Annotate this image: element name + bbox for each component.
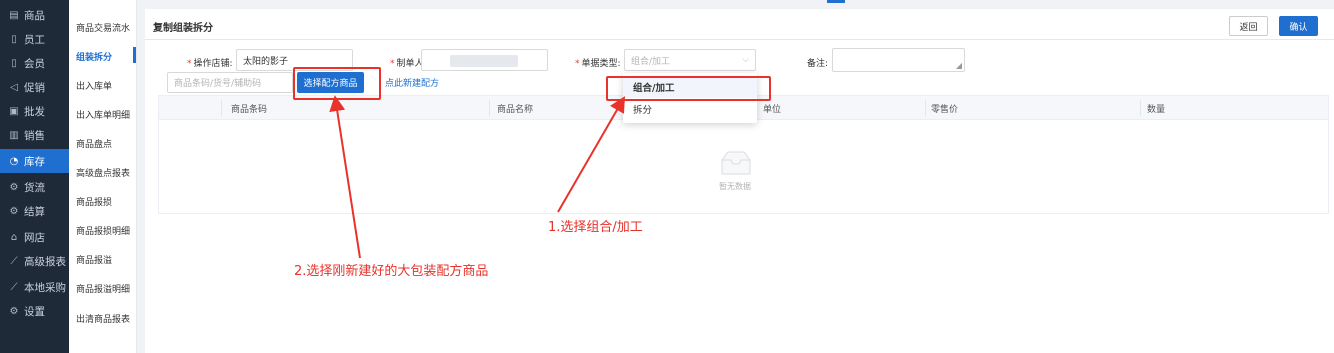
nav-item-label: 会员 xyxy=(24,57,45,70)
search-placeholder: 商品条码/货号/辅助码 xyxy=(174,79,262,89)
page-title: 复制组装拆分 xyxy=(153,23,213,34)
nav-item-label: 网店 xyxy=(24,231,45,244)
submenu-item[interactable]: 出清商品报表 xyxy=(76,312,130,325)
report-icon: ⟋ xyxy=(10,255,18,267)
nav-item-settings[interactable]: ⚙ 设置 xyxy=(0,299,69,323)
annotation-step2: 2.选择刚新建好的大包装配方商品 xyxy=(294,264,489,279)
column-divider xyxy=(489,100,490,116)
submenu-item[interactable]: 高级盘点报表 xyxy=(76,166,130,179)
logistics-icon: ⚙ xyxy=(9,181,19,193)
nav-item-label: 货流 xyxy=(24,181,45,194)
type-label: * 单据类型: xyxy=(575,59,621,69)
nav-item-settle[interactable]: ⚙ 结算 xyxy=(0,199,69,223)
nav-item-label: 设置 xyxy=(24,305,45,318)
store-value: 太阳的影子 xyxy=(243,56,289,67)
remark-label: 备注: xyxy=(807,59,829,69)
nav-item-label: 销售 xyxy=(24,129,45,142)
main-panel: 复制组装拆分 返回 确认 * 操作店铺: 太阳的影子 * 制单人: * 单据类型: 组… xyxy=(145,9,1334,353)
empty-box-icon xyxy=(721,151,751,175)
submenu-item[interactable]: 商品盘点 xyxy=(76,137,112,150)
store-icon: ⌂ xyxy=(10,231,18,243)
nav-item-sales[interactable]: ▥ 销售 xyxy=(0,123,69,147)
back-button[interactable]: 返回 xyxy=(1229,16,1268,36)
nav-item-staff[interactable]: ▯ 员工 xyxy=(0,27,69,51)
maker-input[interactable] xyxy=(421,49,548,71)
store-label: * 操作店铺: xyxy=(187,59,233,69)
nav-item-wholesale[interactable]: ▣ 批发 xyxy=(0,99,69,123)
member-icon: ▯ xyxy=(11,57,17,69)
col-price: 零售价 xyxy=(931,105,959,115)
nav-item-label: 本地采购 xyxy=(24,281,66,294)
remark-textarea[interactable]: ◢ xyxy=(832,48,965,72)
type-select[interactable]: 组合/加工 ⌵ xyxy=(624,49,756,71)
nav-item-logistics[interactable]: ⚙ 货流 xyxy=(0,175,69,199)
nav-item-goods[interactable]: ▤ 商品 xyxy=(0,3,69,27)
submenu-item[interactable]: 商品报损 xyxy=(76,195,112,208)
nav-item-label: 员工 xyxy=(24,33,45,46)
staff-icon: ▯ xyxy=(11,33,17,45)
resize-handle-icon: ◢ xyxy=(955,61,962,70)
col-unit: 单位 xyxy=(763,105,782,115)
purchase-icon: ⟋ xyxy=(10,281,18,293)
nav-item-purchase[interactable]: ⟋ 本地采购 xyxy=(0,275,69,299)
submenu-item[interactable]: 商品报损明细 xyxy=(76,224,130,237)
nav-item-label: 商品 xyxy=(24,9,45,22)
nav-item-label: 库存 xyxy=(24,155,45,168)
product-search-input[interactable]: 商品条码/货号/辅助码 xyxy=(167,72,293,93)
main-nav: ▤ 商品 ▯ 员工 ▯ 会员 ◁ 促销 ▣ 批发 ▥ 销售 ◔ 库存 ⚙ 货流 ⚙ 结算 ⌂ 网店 ⟋ 高级报表 ⟋ 本地采购… xyxy=(0,0,69,353)
col-barcode: 商品条码 xyxy=(231,105,268,115)
submenu-item[interactable]: 商品交易流水 xyxy=(76,21,130,34)
nav-item-member[interactable]: ▯ 会员 xyxy=(0,51,69,75)
annotation-box-combine-option xyxy=(606,76,771,101)
sales-icon: ▥ xyxy=(9,129,19,141)
annotation-box-select-button xyxy=(293,67,381,100)
option-split[interactable]: 拆分 xyxy=(623,98,757,120)
annotation-step1: 1.选择组合/加工 xyxy=(548,220,643,235)
submenu-active-indicator xyxy=(133,47,136,63)
goods-icon: ▤ xyxy=(9,9,19,21)
submenu-item[interactable]: 商品报溢明细 xyxy=(76,282,130,295)
nav-item-inventory[interactable]: ◔ 库存 xyxy=(0,149,69,173)
col-quantity: 数量 xyxy=(1147,105,1166,115)
sub-menu: 商品交易流水 组装拆分出入库单出入库单明细 商品盘点高级盘点报表 商品报损商品报损明细… xyxy=(69,0,137,353)
empty-text: 暂无数据 xyxy=(719,182,751,191)
submenu-item[interactable]: 出入库单 xyxy=(76,79,112,92)
nav-item-store[interactable]: ⌂ 网店 xyxy=(0,225,69,249)
app-window: ▤ 商品 ▯ 员工 ▯ 会员 ◁ 促销 ▣ 批发 ▥ 销售 ◔ 库存 ⚙ 货流 ⚙ 结算 ⌂ 网店 ⟋ 高级报表 ⟋ 本地采购… xyxy=(0,0,1334,353)
submenu-item[interactable]: 商品报溢 xyxy=(76,253,112,266)
chevron-down-icon: ⌵ xyxy=(742,55,749,65)
settle-icon: ⚙ xyxy=(9,205,19,217)
type-select-value: 组合/加工 xyxy=(631,56,671,67)
confirm-button[interactable]: 确认 xyxy=(1279,16,1318,36)
nav-item-report[interactable]: ⟋ 高级报表 xyxy=(0,249,69,273)
maker-blurred-value xyxy=(450,55,518,67)
nav-item-label: 促销 xyxy=(24,81,45,94)
top-tab-indicator xyxy=(827,0,845,3)
title-divider xyxy=(145,39,1334,40)
nav-item-label: 批发 xyxy=(24,105,45,118)
column-divider xyxy=(925,100,926,116)
nav-item-promo[interactable]: ◁ 促销 xyxy=(0,75,69,99)
promo-icon: ◁ xyxy=(10,81,18,93)
nav-item-label: 高级报表 xyxy=(24,255,66,268)
settings-icon: ⚙ xyxy=(9,305,19,317)
col-name: 商品名称 xyxy=(497,105,534,115)
submenu-item[interactable]: 组装拆分 xyxy=(76,50,112,63)
column-divider xyxy=(221,100,222,116)
nav-item-label: 结算 xyxy=(24,205,45,218)
submenu-item[interactable]: 出入库单明细 xyxy=(76,108,130,121)
wholesale-icon: ▣ xyxy=(9,105,19,117)
inventory-icon: ◔ xyxy=(9,155,19,167)
new-recipe-link[interactable]: 点此新建配方 xyxy=(385,76,439,89)
column-divider xyxy=(1140,100,1141,116)
